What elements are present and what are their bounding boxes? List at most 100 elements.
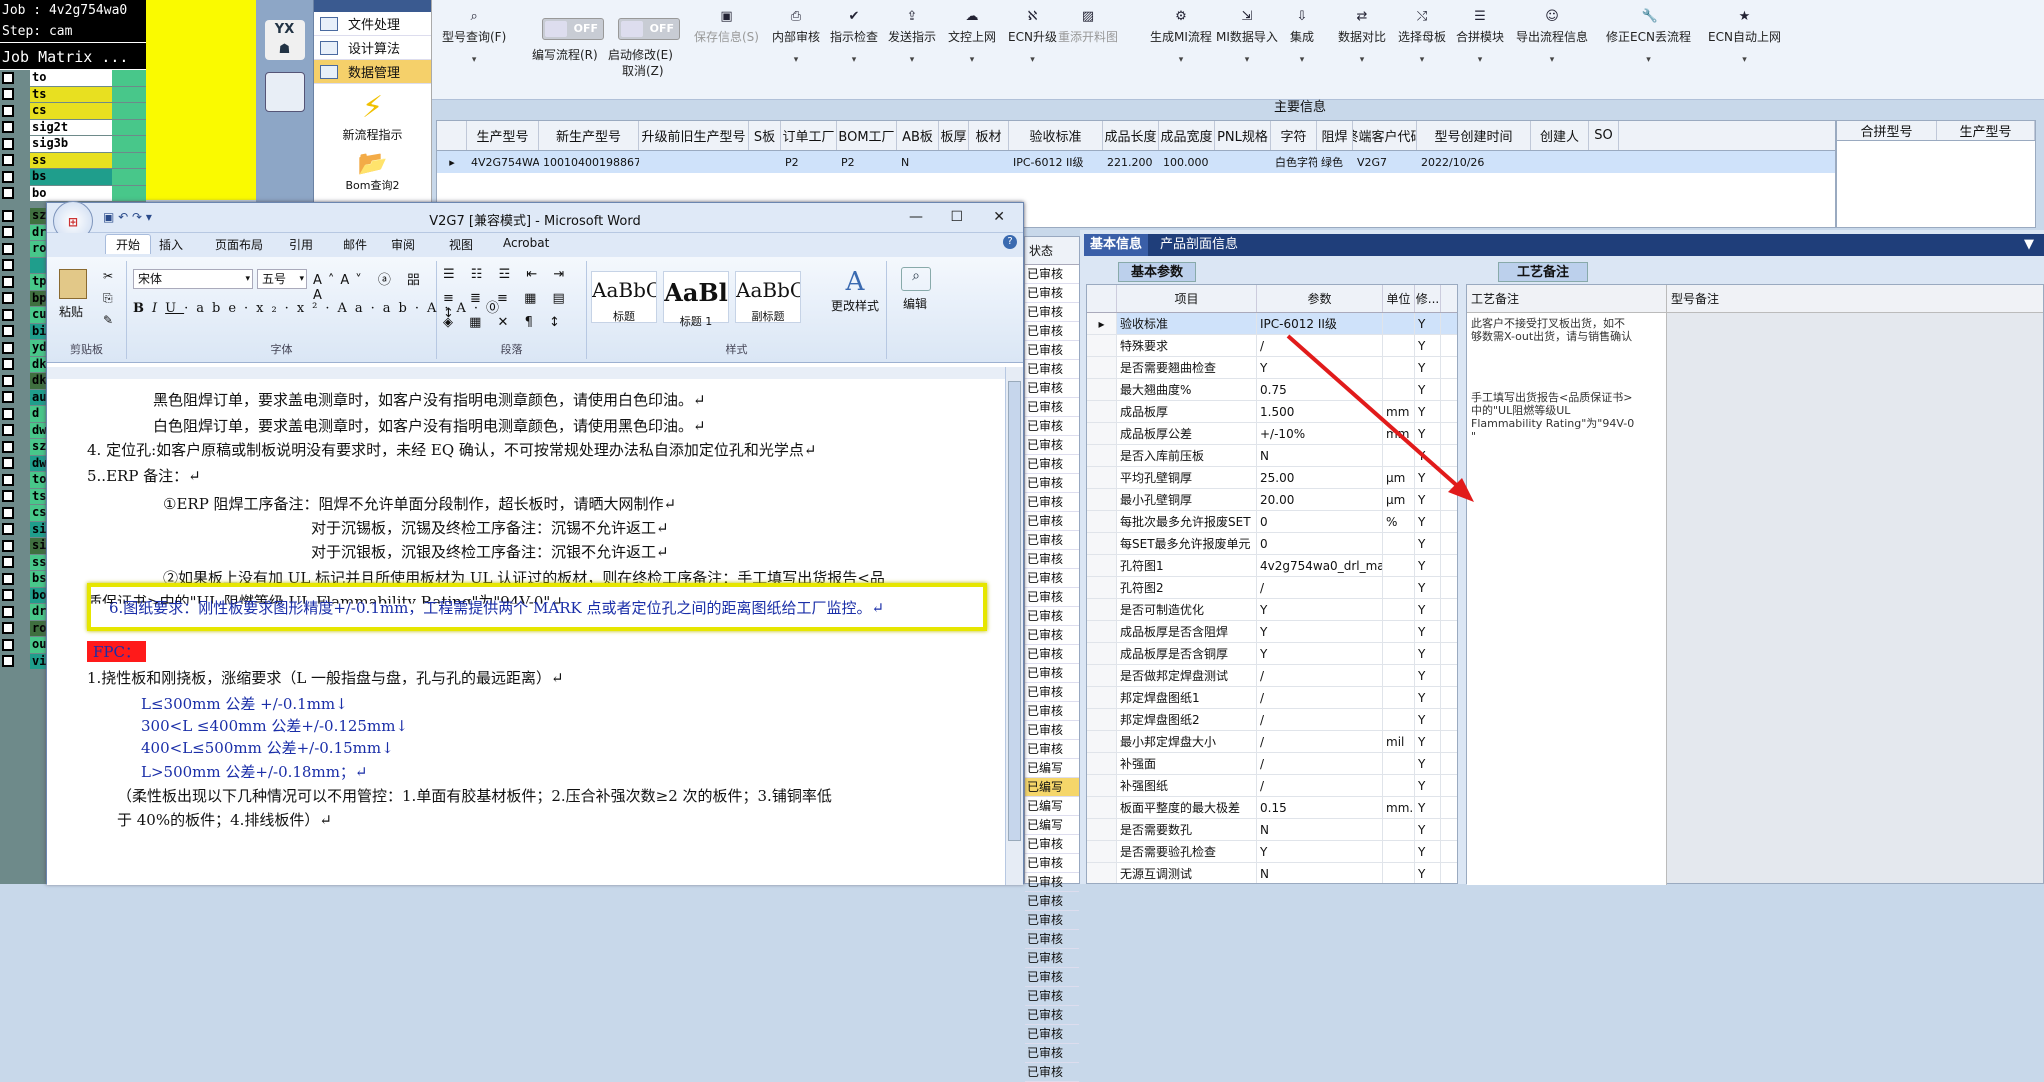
layer-checkbox[interactable] <box>2 104 14 117</box>
column-header[interactable]: 板材 <box>969 121 1009 150</box>
table-cell[interactable]: 白色字符 <box>1271 151 1317 173</box>
layer-checkbox[interactable] <box>2 292 14 305</box>
status-cell[interactable]: 已审核 <box>1025 930 1079 949</box>
param-cell[interactable]: 是否做邦定焊盘测试 <box>1117 665 1257 686</box>
document-line[interactable]: （柔性板出现以下几种情况可以不用管控：1.单面有胶基材板件；2.压合补强次数≥2… <box>117 785 832 806</box>
tab-basic-info[interactable]: 基本信息 <box>1084 234 1149 256</box>
status-cell[interactable]: 已审核 <box>1025 607 1079 626</box>
copy-icon[interactable]: ⎘ <box>103 291 113 306</box>
toolbar-button[interactable]: 编写流程(R) <box>532 46 598 63</box>
status-cell[interactable]: 已编写 <box>1025 759 1079 778</box>
fpc-heading[interactable]: FPC： <box>87 641 146 662</box>
status-cell[interactable]: 已审核 <box>1025 436 1079 455</box>
param-cell[interactable]: 补强图纸 <box>1117 775 1257 796</box>
document-line[interactable]: 1.挠性板和刚挠板，涨缩要求（L 一般指盘与盘，孔与孔的最远距离）↵ <box>87 667 564 688</box>
param-cell[interactable]: 最小孔壁铜厚 <box>1117 489 1257 510</box>
new-flow-button[interactable]: ⚡ 新流程指示 <box>314 90 431 143</box>
chevron-down-icon[interactable]: ▾ <box>888 55 936 65</box>
param-cell[interactable] <box>1383 335 1415 356</box>
param-cell[interactable]: / <box>1257 709 1383 730</box>
layer-checkbox[interactable] <box>2 341 14 354</box>
param-cell[interactable]: mm... <box>1383 797 1415 818</box>
document-line[interactable]: L>500mm 公差+/-0.18mm；↵ <box>141 761 367 782</box>
cancel-button[interactable]: 取消(Z) <box>622 62 664 79</box>
chevron-down-icon[interactable]: ▾ <box>948 55 996 65</box>
param-cell[interactable]: Y <box>1257 357 1383 378</box>
param-cell[interactable] <box>1383 379 1415 400</box>
layer-checkbox[interactable] <box>2 209 14 222</box>
param-row[interactable]: 是否需要数孔 N Y <box>1087 819 1457 841</box>
status-cell[interactable]: 已审核 <box>1025 664 1079 683</box>
param-row[interactable]: 特殊要求 / Y <box>1087 335 1457 357</box>
param-cell[interactable]: Y <box>1415 335 1441 356</box>
status-cell[interactable]: 已编写 <box>1025 778 1079 797</box>
param-row[interactable]: 是否可制造优化 Y Y <box>1087 599 1457 621</box>
param-cell[interactable]: Y <box>1415 643 1441 664</box>
chevron-down-icon[interactable]: ▾ <box>1008 55 1057 65</box>
layer-row[interactable]: ts <box>0 86 146 103</box>
param-cell[interactable]: Y <box>1415 665 1441 686</box>
param-cell[interactable]: mil <box>1383 731 1415 752</box>
column-header[interactable]: 订单工厂 <box>781 121 837 150</box>
ribbon-tab[interactable]: 视图 <box>449 236 473 253</box>
param-cell[interactable]: Y <box>1415 863 1441 883</box>
status-cell[interactable]: 已审核 <box>1025 1063 1079 1082</box>
param-cell[interactable]: % <box>1383 511 1415 532</box>
column-header[interactable]: 成品长度 <box>1103 121 1159 150</box>
param-cell[interactable]: Y <box>1257 621 1383 642</box>
table-cell[interactable]: P2 <box>781 151 837 173</box>
chevron-down-icon[interactable]: ▾ <box>1150 55 1212 65</box>
param-cell[interactable]: / <box>1257 775 1383 796</box>
bom-query-button[interactable]: 📂 Bom查询2 <box>314 149 431 193</box>
tab-profile-info[interactable]: 产品剖面信息 <box>1154 234 1244 256</box>
chevron-down-icon[interactable]: ▾ <box>772 55 820 65</box>
toolbar-button[interactable]: ⇲ MI数据导入 ▾ <box>1216 10 1278 66</box>
param-row[interactable]: 每批次最多允许报废SET 0% Y <box>1087 511 1457 533</box>
layer-checkbox[interactable] <box>2 457 14 470</box>
column-header[interactable]: PNL规格 <box>1215 121 1271 150</box>
chevron-down-icon[interactable]: ▾ <box>442 55 506 65</box>
status-cell[interactable]: 已审核 <box>1025 645 1079 664</box>
basic-params-tab[interactable]: 基本参数 <box>1088 262 1468 282</box>
param-cell[interactable]: / <box>1257 335 1383 356</box>
layer-checkbox[interactable] <box>2 170 14 183</box>
param-cell[interactable]: Y <box>1415 753 1441 774</box>
toolbar-button[interactable]: ☺ 导出流程信息 ▾ <box>1516 10 1588 66</box>
maximize-icon[interactable]: ☐ <box>950 209 963 225</box>
status-cell[interactable]: 已审核 <box>1025 911 1079 930</box>
chevron-down-icon[interactable]: ▾ <box>1290 55 1314 65</box>
document-line[interactable]: 5..ERP 备注：↵ <box>87 465 201 486</box>
table-cell[interactable]: 4V2G754WA0 <box>467 151 539 173</box>
database-icon[interactable] <box>264 72 305 112</box>
column-header[interactable]: 终端客户代码 <box>1353 121 1417 150</box>
status-cell[interactable]: 已审核 <box>1025 854 1079 873</box>
layer-row[interactable]: cs <box>0 103 146 120</box>
param-cell[interactable]: 板面平整度的最大极差 <box>1117 797 1257 818</box>
layer-checkbox[interactable] <box>2 187 14 200</box>
param-cell[interactable]: Y <box>1415 577 1441 598</box>
process-note-1[interactable]: 此客户不接受打叉板出货，如不 够数需X-out出货，请与销售确认 <box>1467 313 1666 347</box>
format-painter-icon[interactable]: ✎ <box>103 313 113 327</box>
param-cell[interactable]: Y <box>1257 841 1383 862</box>
column-header[interactable]: 阻焊 <box>1317 121 1353 150</box>
param-cell[interactable]: Y <box>1415 379 1441 400</box>
layer-checkbox[interactable] <box>2 407 14 420</box>
param-row[interactable]: 最小邦定焊盘大小 / mil Y <box>1087 731 1457 753</box>
layer-checkbox[interactable] <box>2 226 14 239</box>
process-notes-tab[interactable]: 工艺备注 <box>1474 262 2034 282</box>
param-cell[interactable] <box>1383 753 1415 774</box>
chevron-down-icon[interactable]: ▾ <box>1456 55 1504 65</box>
font-name-select[interactable]: 宋体 ▾ <box>133 269 253 289</box>
status-cell[interactable]: 已审核 <box>1025 835 1079 854</box>
param-cell[interactable]: Y <box>1415 423 1441 444</box>
param-cell[interactable]: Y <box>1415 489 1441 510</box>
layer-checkbox[interactable] <box>2 523 14 536</box>
param-cell[interactable]: μm <box>1383 467 1415 488</box>
param-cell[interactable]: 最小邦定焊盘大小 <box>1117 731 1257 752</box>
layer-row[interactable]: sig3b <box>0 136 146 153</box>
document-line[interactable]: 300<L ≤400mm 公差+/-0.125mm↓ <box>141 715 408 736</box>
toolbar-button[interactable]: ⌕ 型号查询(F) ▾ <box>442 10 506 66</box>
status-cell[interactable]: 已审核 <box>1025 550 1079 569</box>
status-cell[interactable]: 已审核 <box>1025 455 1079 474</box>
column-header[interactable]: 字符 <box>1271 121 1317 150</box>
